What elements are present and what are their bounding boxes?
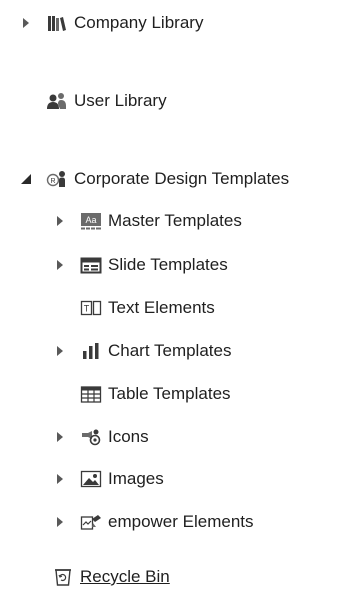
recycle-bin-icon [52,567,74,587]
tree-item-label: Slide Templates [108,255,228,274]
tree-item-icons[interactable]: Icons [54,422,149,452]
users-icon [46,91,68,111]
expand-caret-icon[interactable] [54,259,66,271]
tree-item-images[interactable]: Images [54,464,164,494]
master-template-icon: Aa [80,211,102,231]
tree-item-label: Company Library [74,13,204,32]
corporate-templates-icon: R [46,169,68,189]
table-icon [80,384,102,404]
svg-text:T: T [84,304,90,314]
tree-item-corporate-design-templates[interactable]: R Corporate Design Templates [20,164,289,194]
tree-item-company-library[interactable]: Company Library [20,8,203,38]
tree-item-label: Icons [108,427,149,446]
bar-chart-icon [80,341,102,361]
expand-caret-icon[interactable] [54,345,66,357]
tree-item-slide-templates[interactable]: Slide Templates [54,250,228,280]
expand-caret-icon[interactable] [54,215,66,227]
tree-item-label: Images [108,469,164,488]
tree-item-label: Text Elements [108,298,215,317]
tree-item-label: Master Templates [108,211,242,230]
tree-item-label: Table Templates [108,384,231,403]
expand-caret-icon[interactable] [54,473,66,485]
expand-caret-icon[interactable] [20,17,32,29]
tree-item-label: User Library [74,91,167,110]
library-tree: Company Library User Library R Corporate… [0,0,357,606]
image-icon [80,469,102,489]
svg-text:Aa: Aa [85,215,96,225]
tree-item-user-library[interactable]: User Library [46,86,167,116]
slide-template-icon [80,255,102,275]
collapse-caret-icon[interactable] [20,173,32,185]
tree-item-empower-elements[interactable]: empower Elements [54,507,254,537]
empower-elements-icon [80,512,102,532]
text-element-icon: T [80,298,102,318]
tree-item-recycle-bin[interactable]: Recycle Bin [52,562,170,592]
tree-item-chart-templates[interactable]: Chart Templates [54,336,231,366]
books-icon [46,13,68,33]
expand-caret-icon[interactable] [54,516,66,528]
recycle-bin-link[interactable]: Recycle Bin [80,567,170,587]
tree-item-text-elements[interactable]: T Text Elements [80,293,215,323]
tree-item-label: empower Elements [108,512,254,531]
svg-text:R: R [50,178,55,185]
icons-icon [80,427,102,447]
tree-item-table-templates[interactable]: Table Templates [80,379,231,409]
tree-item-label: Corporate Design Templates [74,169,290,188]
tree-item-label: Chart Templates [108,341,232,360]
expand-caret-icon[interactable] [54,431,66,443]
tree-item-master-templates[interactable]: Aa Master Templates [54,206,242,236]
